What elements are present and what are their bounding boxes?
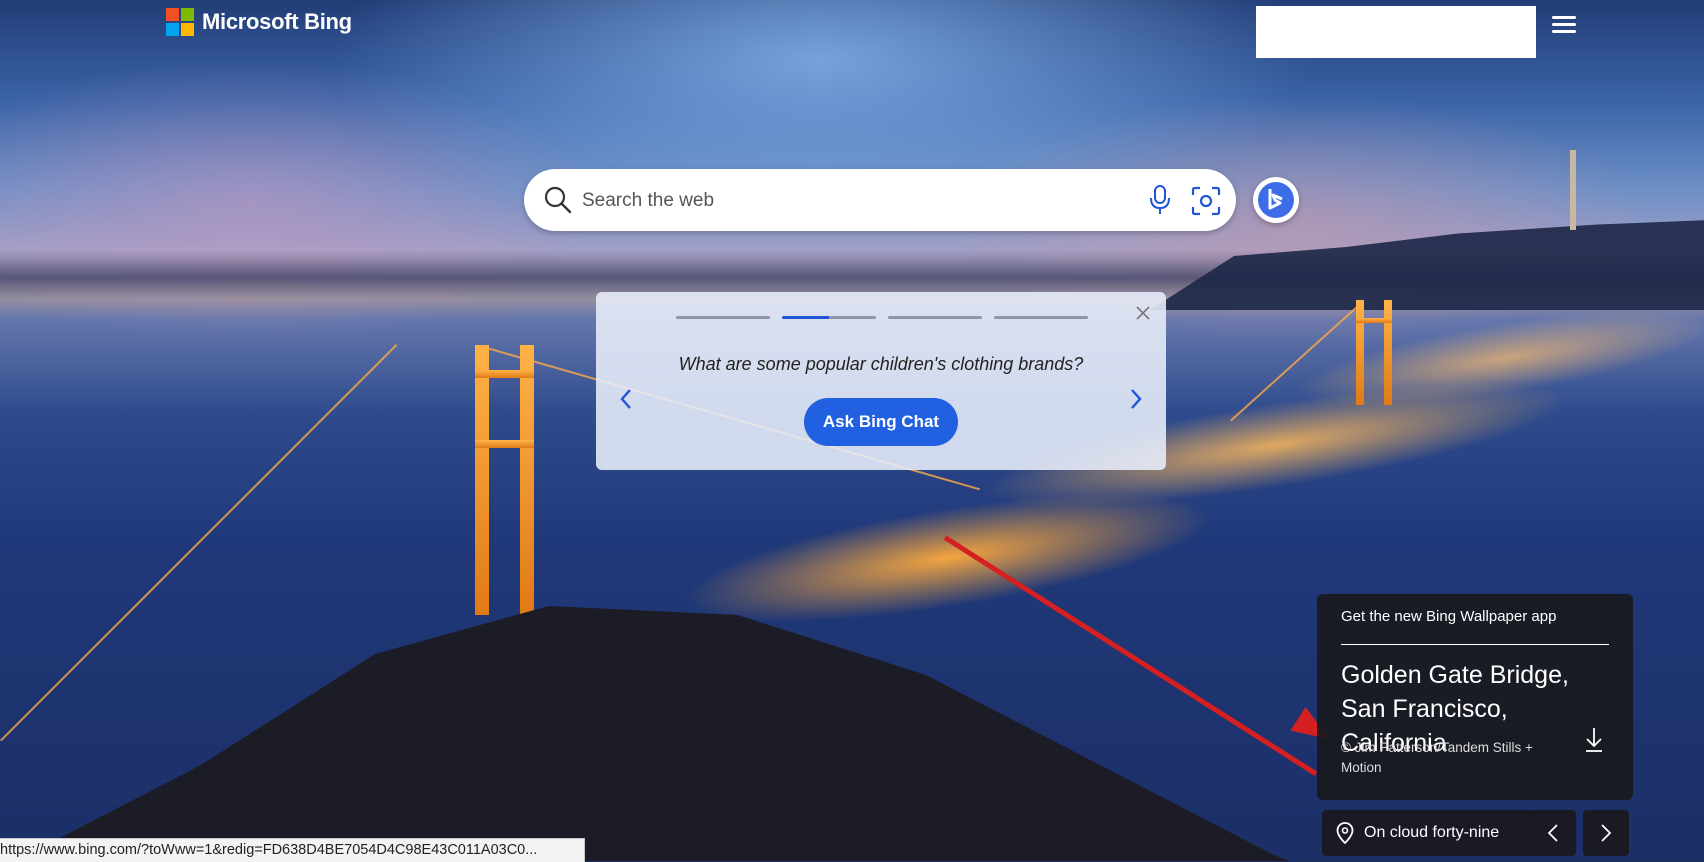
chevron-left-icon[interactable] xyxy=(616,386,636,412)
progress-step xyxy=(994,316,1088,319)
bridge-tower-left-beam xyxy=(475,370,534,378)
bridge-tower-left-beam-2 xyxy=(475,440,534,448)
search-box[interactable] xyxy=(524,169,1236,231)
progress-indicator xyxy=(676,316,1088,319)
bridge-tower-right xyxy=(1356,300,1364,405)
location-pin-icon xyxy=(1336,822,1354,844)
progress-step xyxy=(888,316,982,319)
bridge-tower-right-beam xyxy=(1356,318,1392,323)
microsoft-logo-icon xyxy=(166,8,194,36)
progress-step xyxy=(676,316,770,319)
wallpaper-app-link[interactable]: Get the new Bing Wallpaper app xyxy=(1341,608,1556,625)
image-info-panel: Get the new Bing Wallpaper app Golden Ga… xyxy=(1317,594,1633,800)
bridge-tower-right-2 xyxy=(1384,300,1392,405)
bing-chat-icon xyxy=(1258,182,1294,218)
redacted-account-area xyxy=(1256,6,1536,58)
logo-square-blue xyxy=(166,23,179,36)
search-input[interactable] xyxy=(580,183,1144,219)
menu-line xyxy=(1552,16,1576,19)
visual-search-icon[interactable] xyxy=(1190,185,1222,217)
location-label: On cloud forty-nine xyxy=(1364,824,1500,841)
next-image-button[interactable] xyxy=(1583,810,1629,856)
divider xyxy=(1341,644,1609,645)
location-button[interactable]: On cloud forty-nine xyxy=(1322,810,1534,856)
close-icon[interactable] xyxy=(1134,304,1152,322)
microphone-icon[interactable] xyxy=(1149,185,1171,215)
sutro-tower xyxy=(1570,150,1576,230)
bing-logo[interactable]: Microsoft Bing xyxy=(166,8,352,36)
search-icon[interactable] xyxy=(544,186,572,214)
bridge-tower-left-2 xyxy=(520,345,534,615)
suggested-question: What are some popular children's clothin… xyxy=(678,354,1084,374)
chevron-right-icon xyxy=(1601,824,1612,842)
ask-bing-chat-button[interactable]: Ask Bing Chat xyxy=(804,398,958,446)
menu-line xyxy=(1552,30,1576,33)
logo-square-green xyxy=(181,8,194,21)
previous-image-button[interactable] xyxy=(1530,810,1576,856)
bing-chat-button[interactable] xyxy=(1253,177,1299,223)
image-credit: © Jim Patterson/Tandem Stills + Motion xyxy=(1341,740,1533,775)
logo-square-yellow xyxy=(181,23,194,36)
chat-suggestion-card: What are some popular children's clothin… xyxy=(596,292,1166,470)
brand-name: Microsoft Bing xyxy=(202,9,352,34)
chevron-right-icon[interactable] xyxy=(1126,386,1146,412)
download-icon[interactable] xyxy=(1583,726,1605,754)
menu-icon[interactable] xyxy=(1552,14,1578,34)
status-bar-url: https://www.bing.com/?toWww=1&redig=FD63… xyxy=(0,838,585,862)
logo-square-red xyxy=(166,8,179,21)
progress-step-active xyxy=(782,316,876,319)
chevron-left-icon xyxy=(1547,824,1558,842)
menu-line xyxy=(1552,23,1576,26)
image-title-line-1: Golden Gate Bridge, xyxy=(1341,661,1569,689)
bridge-tower-left xyxy=(475,345,489,615)
